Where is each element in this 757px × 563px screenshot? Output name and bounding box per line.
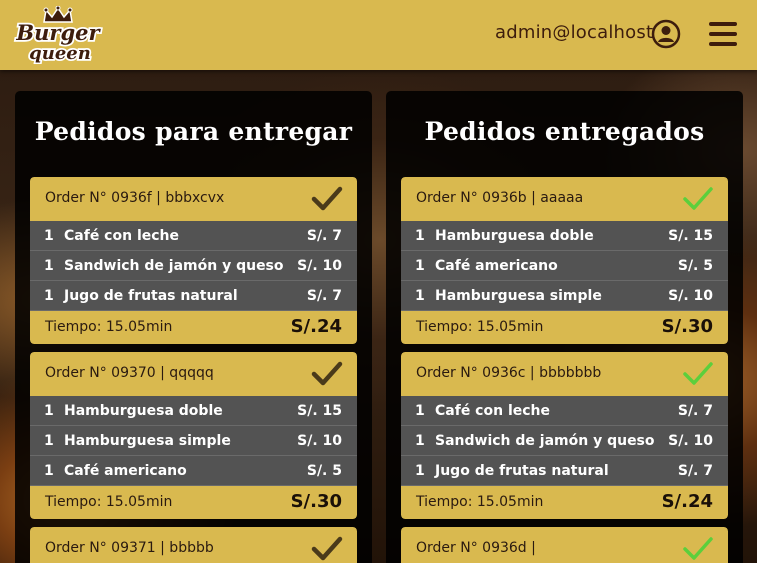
item-quantity: 1: [415, 433, 425, 449]
order-header: Order N° 0936d |: [401, 527, 728, 563]
user-icon[interactable]: [651, 19, 681, 49]
order-header: Order N° 09370 | qqqqq: [30, 352, 357, 396]
check-icon[interactable]: [311, 185, 343, 213]
order-card: Order N° 0936d |: [401, 527, 728, 563]
order-item-row: 1 Hamburguesa simple S/. 10: [30, 426, 357, 456]
order-total: S/.24: [290, 316, 342, 337]
order-card: Order N° 0936b | aaaaa 1 Hamburguesa dob…: [401, 177, 728, 344]
item-price: S/. 10: [668, 433, 713, 449]
item-name: Hamburguesa simple: [64, 433, 231, 449]
delivered-orders-panel: Pedidos entregados Order N° 0936b | aaaa…: [386, 91, 743, 563]
order-id: Order N° 0936d |: [416, 540, 536, 556]
order-item-row: 1 Hamburguesa doble S/. 15: [401, 221, 728, 251]
order-item-row: 1 Café con leche S/. 7: [401, 396, 728, 426]
item-price: S/. 10: [668, 288, 713, 304]
order-id: Order N° 09371 | bbbbb: [45, 540, 214, 556]
panel-title: Pedidos entregados: [424, 117, 705, 146]
order-header: Order N° 0936f | bbbxcvx: [30, 177, 357, 221]
item-price: S/. 15: [668, 228, 713, 244]
order-item-row: 1 Café con leche S/. 7: [30, 221, 357, 251]
order-item-row: 1 Jugo de frutas natural S/. 7: [401, 456, 728, 486]
order-footer: Tiempo: 15.05min S/.30: [401, 311, 728, 344]
item-name: Sandwich de jamón y queso: [435, 433, 655, 449]
order-item-row: 1 Hamburguesa doble S/. 15: [30, 396, 357, 426]
item-name: Café americano: [64, 463, 187, 479]
order-total: S/.24: [661, 491, 713, 512]
order-card: Order N° 0936f | bbbxcvx 1 Café con lech…: [30, 177, 357, 344]
item-price: S/. 7: [306, 228, 342, 244]
logo-word-queen: queen: [29, 43, 91, 64]
order-item-row: 1 Sandwich de jamón y queso S/. 10: [401, 426, 728, 456]
item-name: Hamburguesa doble: [64, 403, 223, 419]
check-icon[interactable]: [682, 535, 714, 563]
item-name: Hamburguesa simple: [435, 288, 602, 304]
order-total: S/.30: [290, 491, 342, 512]
item-quantity: 1: [415, 258, 425, 274]
order-item-row: 1 Café americano S/. 5: [401, 251, 728, 281]
item-quantity: 1: [415, 288, 425, 304]
item-quantity: 1: [44, 288, 54, 304]
item-name: Café americano: [435, 258, 558, 274]
item-quantity: 1: [44, 258, 54, 274]
order-item-row: 1 Hamburguesa simple S/. 10: [401, 281, 728, 311]
order-footer: Tiempo: 15.05min S/.24: [401, 486, 728, 519]
order-item-row: 1 Jugo de frutas natural S/. 7: [30, 281, 357, 311]
item-price: S/. 7: [677, 463, 713, 479]
order-id: Order N° 0936f | bbbxcvx: [45, 190, 225, 206]
check-icon[interactable]: [682, 185, 714, 213]
pending-orders-panel: Pedidos para entregar Order N° 0936f | b…: [15, 91, 372, 563]
item-price: S/. 5: [306, 463, 342, 479]
order-card: Order N° 09371 | bbbbb: [30, 527, 357, 563]
user-email: admin@localhost: [495, 22, 654, 43]
top-bar: Burger queen admin@localhost: [0, 0, 757, 70]
item-price: S/. 7: [306, 288, 342, 304]
item-quantity: 1: [44, 228, 54, 244]
hamburger-menu-icon[interactable]: [709, 22, 737, 48]
order-header: Order N° 09371 | bbbbb: [30, 527, 357, 563]
order-header: Order N° 0936c | bbbbbbb: [401, 352, 728, 396]
order-total: S/.30: [661, 316, 713, 337]
item-name: Jugo de frutas natural: [64, 288, 238, 304]
check-icon[interactable]: [311, 535, 343, 563]
order-item-row: 1 Sandwich de jamón y queso S/. 10: [30, 251, 357, 281]
order-id: Order N° 09370 | qqqqq: [45, 365, 214, 381]
order-id: Order N° 0936c | bbbbbbb: [416, 365, 602, 381]
item-quantity: 1: [415, 463, 425, 479]
order-card: Order N° 0936c | bbbbbbb 1 Café con lech…: [401, 352, 728, 519]
check-icon[interactable]: [682, 360, 714, 388]
order-card: Order N° 09370 | qqqqq 1 Hamburguesa dob…: [30, 352, 357, 519]
item-name: Sandwich de jamón y queso: [64, 258, 284, 274]
item-quantity: 1: [44, 433, 54, 449]
item-price: S/. 15: [297, 403, 342, 419]
burger-queen-logo[interactable]: Burger queen: [12, 6, 106, 64]
item-name: Hamburguesa doble: [435, 228, 594, 244]
order-header: Order N° 0936b | aaaaa: [401, 177, 728, 221]
item-name: Café con leche: [64, 228, 179, 244]
item-price: S/. 7: [677, 403, 713, 419]
order-time: Tiempo: 15.05min: [45, 319, 173, 335]
orders-list: Order N° 0936b | aaaaa 1 Hamburguesa dob…: [401, 177, 728, 563]
order-time: Tiempo: 15.05min: [416, 319, 544, 335]
orders-list: Order N° 0936f | bbbxcvx 1 Café con lech…: [30, 177, 357, 563]
order-id: Order N° 0936b | aaaaa: [416, 190, 584, 206]
item-name: Café con leche: [435, 403, 550, 419]
item-price: S/. 5: [677, 258, 713, 274]
order-time: Tiempo: 15.05min: [416, 494, 544, 510]
item-quantity: 1: [415, 403, 425, 419]
item-name: Jugo de frutas natural: [435, 463, 609, 479]
item-price: S/. 10: [297, 433, 342, 449]
logo-word-burger: Burger: [15, 20, 101, 45]
check-icon[interactable]: [311, 360, 343, 388]
order-item-row: 1 Café americano S/. 5: [30, 456, 357, 486]
panel-title: Pedidos para entregar: [34, 117, 353, 146]
item-quantity: 1: [44, 403, 54, 419]
item-price: S/. 10: [297, 258, 342, 274]
item-quantity: 1: [415, 228, 425, 244]
item-quantity: 1: [44, 463, 54, 479]
order-time: Tiempo: 15.05min: [45, 494, 173, 510]
order-footer: Tiempo: 15.05min S/.24: [30, 311, 357, 344]
order-footer: Tiempo: 15.05min S/.30: [30, 486, 357, 519]
